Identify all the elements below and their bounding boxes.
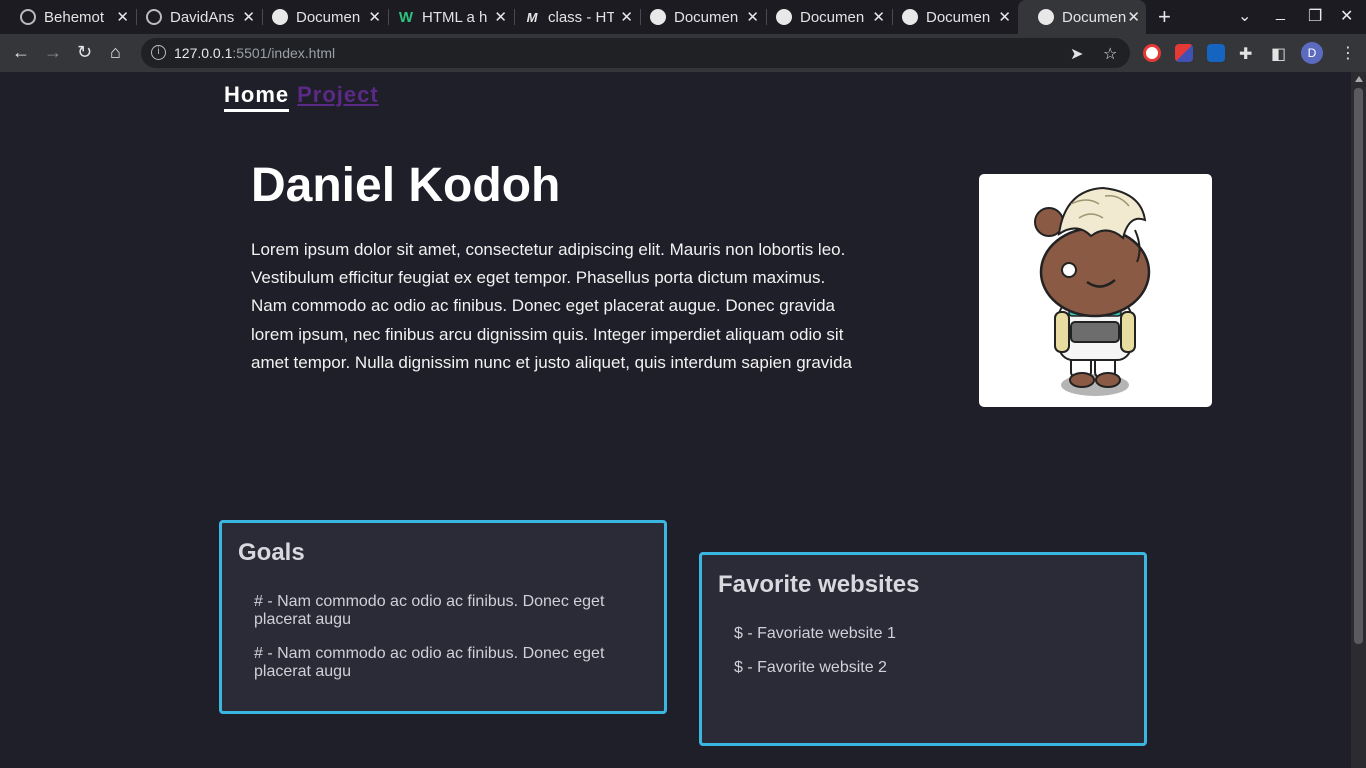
tab-title: Behemot: [44, 8, 105, 26]
avatar-image: [979, 174, 1212, 407]
globe-icon: [272, 9, 288, 25]
tab-title: Documen: [800, 8, 865, 26]
tab-title: DavidAns: [170, 8, 235, 26]
goals-list-item: # - Nam commodo ac odio ac finibus. Done…: [254, 645, 605, 680]
goals-heading: Goals: [238, 539, 305, 566]
back-icon[interactable]: ←: [12, 42, 30, 63]
close-icon[interactable]: ✕: [998, 8, 1011, 26]
tab-document-2[interactable]: Documen ✕: [630, 0, 765, 34]
globe-icon: [776, 9, 792, 25]
site-nav: Home Project: [224, 82, 379, 112]
browser-toolbar: ← → ↻ ⌂ i 127.0.0.1:5501/index.html ➤ ☆ …: [0, 34, 1366, 72]
address-bar[interactable]: i 127.0.0.1:5501/index.html ➤ ☆: [141, 38, 1130, 68]
close-icon[interactable]: ✕: [1127, 8, 1140, 26]
new-tab-icon[interactable]: +: [1158, 4, 1171, 30]
url-host: 127.0.0.1: [174, 45, 233, 61]
site-info-icon[interactable]: i: [151, 45, 166, 60]
side-panel-icon[interactable]: ◧: [1271, 44, 1286, 64]
globe-icon: [902, 9, 918, 25]
tab-html[interactable]: W HTML a h ✕: [378, 0, 513, 34]
website-list-item[interactable]: $ - Favorite website 2: [734, 659, 1104, 677]
extension-1-icon[interactable]: [1143, 44, 1161, 62]
scroll-up-arrow-icon[interactable]: [1355, 76, 1363, 82]
extensions-puzzle-icon[interactable]: ✚: [1239, 44, 1252, 64]
tab-behemot[interactable]: Behemot ✕: [0, 0, 135, 34]
close-window-icon[interactable]: ✕: [1340, 6, 1353, 26]
menu-kebab-icon[interactable]: ⋮: [1340, 43, 1356, 63]
mdn-icon: M: [526, 9, 538, 25]
avatar-illustration: [1034, 186, 1151, 396]
extension-3-icon[interactable]: [1207, 44, 1225, 62]
globe-icon: [650, 9, 666, 25]
globe-icon: [1038, 9, 1054, 25]
web-page: Home Project Daniel Kodoh Lorem ipsum do…: [0, 72, 1351, 768]
hero-paragraph: Lorem ipsum dolor sit amet, consectetur …: [251, 240, 852, 372]
url-text[interactable]: 127.0.0.1:5501/index.html: [174, 45, 335, 61]
tab-document-3[interactable]: Documen ✕: [756, 0, 891, 34]
send-icon[interactable]: ➤: [1070, 44, 1083, 64]
tab-title: HTML a h: [422, 8, 488, 26]
tab-document-4[interactable]: Documen ✕: [882, 0, 1017, 34]
favorite-websites-card: Favorite websites $ - Favoriate website …: [699, 552, 1147, 746]
tab-title: Documen: [296, 8, 361, 26]
github-icon: [146, 9, 162, 25]
home-icon[interactable]: ⌂: [110, 42, 121, 63]
favorite-websites-heading: Favorite websites: [718, 571, 920, 598]
minimize-icon[interactable]: _: [1276, 4, 1285, 22]
tab-title: Documen: [1062, 8, 1127, 26]
tab-davidans[interactable]: DavidAns ✕: [126, 0, 261, 34]
tab-document-active[interactable]: Documen ✕: [1018, 0, 1146, 34]
tab-search-chevron-icon[interactable]: ⌄: [1238, 6, 1251, 26]
tab-title: class - HT: [548, 8, 614, 26]
restore-icon[interactable]: ❐: [1308, 6, 1322, 26]
tab-document-1[interactable]: Documen ✕: [252, 0, 387, 34]
website-list-item[interactable]: $ - Favoriate website 1: [734, 625, 1104, 643]
goals-list-item: # - Nam commodo ac odio ac finibus. Done…: [254, 593, 605, 628]
url-path: :5501/index.html: [232, 45, 336, 61]
browser-tab-strip: Behemot ✕ DavidAns ✕ Documen ✕ W HTML a …: [0, 0, 1366, 34]
forward-icon[interactable]: →: [44, 42, 62, 63]
goals-card: Goals # - Nam commodo ac odio ac finibus…: [219, 520, 667, 714]
extension-2-icon[interactable]: [1175, 44, 1193, 62]
profile-avatar[interactable]: D: [1301, 42, 1323, 64]
bookmark-star-icon[interactable]: ☆: [1103, 44, 1117, 64]
w3schools-icon: W: [398, 8, 414, 26]
tab-title: Documen: [926, 8, 991, 26]
page-scrollbar[interactable]: [1351, 72, 1366, 768]
nav-project-link[interactable]: Project: [297, 82, 379, 112]
github-icon: [20, 9, 36, 25]
scrollbar-thumb[interactable]: [1354, 88, 1363, 644]
page-title: Daniel Kodoh: [251, 159, 561, 212]
nav-home-link[interactable]: Home: [224, 82, 290, 112]
tab-class[interactable]: M class - HT ✕: [504, 0, 639, 34]
reload-icon[interactable]: ↻: [77, 42, 92, 63]
tab-title: Documen: [674, 8, 739, 26]
